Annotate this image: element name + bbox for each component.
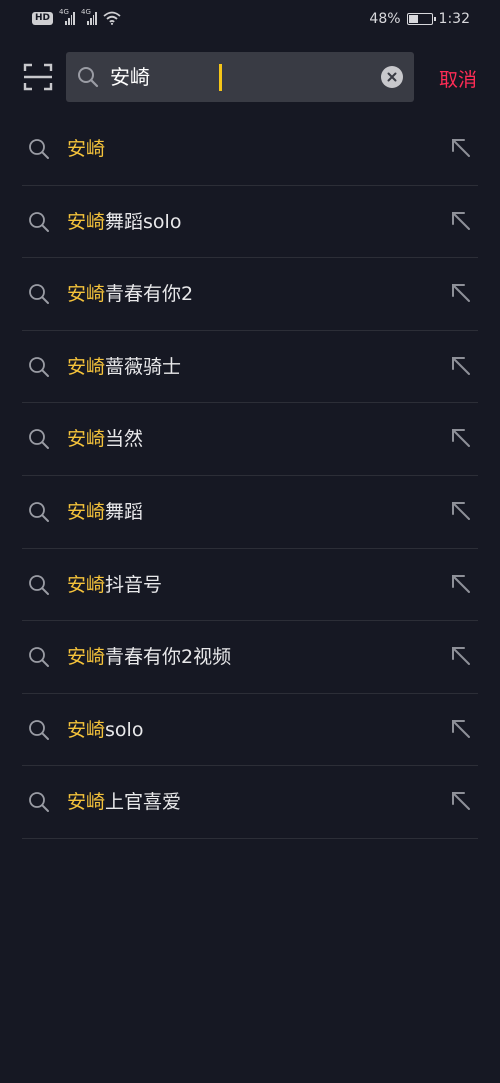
scan-button[interactable] bbox=[22, 61, 54, 93]
suggestion-rest: 蔷薇骑士 bbox=[105, 355, 182, 378]
fill-query-button[interactable] bbox=[448, 280, 474, 306]
suggestion-item[interactable]: 安崎青春有你2视频 bbox=[22, 621, 478, 694]
network-type-label: 4G bbox=[81, 8, 91, 16]
suggestion-rest: 当然 bbox=[105, 428, 144, 451]
search-header: 取消 bbox=[0, 52, 500, 102]
fill-query-button[interactable] bbox=[448, 788, 474, 814]
suggestion-text: 安崎蔷薇骑士 bbox=[67, 353, 181, 381]
arrow-up-left-icon bbox=[452, 211, 470, 230]
suggestion-text: 安崎舞蹈solo bbox=[67, 208, 181, 236]
suggestion-item[interactable]: 安崎青春有你2 bbox=[22, 258, 478, 331]
scan-icon bbox=[23, 63, 53, 91]
fill-query-button[interactable] bbox=[448, 135, 474, 161]
suggestion-item[interactable]: 安崎当然 bbox=[22, 403, 478, 476]
suggestion-highlight: 安崎 bbox=[67, 646, 106, 669]
suggestion-highlight: 安崎 bbox=[67, 573, 106, 596]
suggestion-item[interactable]: 安崎舞蹈 bbox=[22, 476, 478, 549]
suggestion-item[interactable]: 安崎solo bbox=[22, 694, 478, 767]
arrow-up-left-icon bbox=[452, 356, 470, 375]
search-input[interactable] bbox=[110, 52, 370, 102]
search-icon bbox=[29, 356, 49, 377]
wifi-icon bbox=[103, 11, 121, 25]
arrow-up-left-icon bbox=[452, 719, 470, 738]
search-icon bbox=[78, 67, 99, 88]
arrow-up-left-icon bbox=[452, 284, 470, 303]
arrow-up-left-icon bbox=[452, 792, 470, 811]
cancel-button[interactable]: 取消 bbox=[439, 65, 477, 92]
fill-query-button[interactable] bbox=[448, 571, 474, 597]
suggestion-text: 安崎solo bbox=[67, 716, 143, 744]
battery-level bbox=[408, 15, 419, 23]
suggestion-highlight: 安崎 bbox=[67, 355, 106, 378]
suggestion-rest: 抖音号 bbox=[105, 573, 163, 596]
fill-query-button[interactable] bbox=[448, 425, 474, 451]
suggestion-highlight: 安崎 bbox=[67, 138, 106, 160]
suggestion-highlight: 安崎 bbox=[67, 428, 106, 451]
suggestion-text: 安崎 bbox=[67, 135, 105, 163]
suggestion-text: 安崎青春有你2 bbox=[67, 280, 193, 308]
suggestion-list: 安崎 安崎舞蹈solo 安崎青春有你2 安崎蔷薇骑士 安崎当然 安崎舞蹈 安崎抖音号 安崎青春… bbox=[22, 113, 478, 839]
fill-query-button[interactable] bbox=[448, 208, 474, 234]
search-icon bbox=[29, 502, 49, 522]
network-type-label: 4G bbox=[59, 8, 69, 16]
suggestion-rest: solo bbox=[105, 718, 144, 741]
search-icon bbox=[29, 719, 49, 740]
suggestion-rest: 青春有你2视频 bbox=[105, 646, 232, 669]
suggestion-rest: 上官喜爱 bbox=[105, 791, 182, 814]
suggestion-highlight: 安崎 bbox=[67, 500, 106, 523]
hd-badge: HD bbox=[32, 11, 54, 25]
search-icon bbox=[29, 792, 49, 813]
suggestion-item[interactable]: 安崎蔷薇骑士 bbox=[22, 331, 478, 404]
search-icon bbox=[29, 647, 49, 668]
suggestion-item[interactable]: 安崎抖音号 bbox=[22, 549, 478, 622]
arrow-up-left-icon bbox=[452, 139, 470, 157]
suggestion-item[interactable]: 安崎舞蹈solo bbox=[22, 186, 478, 259]
text-caret bbox=[219, 64, 222, 91]
arrow-up-left-icon bbox=[452, 429, 470, 448]
suggestion-text: 安崎舞蹈 bbox=[67, 498, 143, 526]
suggestion-text: 安崎青春有你2视频 bbox=[67, 643, 231, 671]
clear-icon bbox=[387, 72, 397, 82]
search-icon bbox=[29, 429, 49, 450]
search-icon bbox=[29, 211, 49, 232]
signal-icon: 4G bbox=[81, 8, 98, 25]
arrow-up-left-icon bbox=[452, 501, 470, 520]
status-bar: HD 4G 4G 48% 1:32 bbox=[0, 0, 500, 40]
status-right: 48% 1:32 bbox=[369, 11, 470, 27]
battery-percent: 48% bbox=[369, 11, 401, 27]
search-icon bbox=[29, 574, 49, 595]
status-left: HD 4G 4G bbox=[32, 8, 121, 25]
arrow-up-left-icon bbox=[452, 574, 470, 593]
suggestion-item[interactable]: 安崎 bbox=[22, 113, 478, 186]
search-box[interactable] bbox=[66, 52, 414, 102]
fill-query-button[interactable] bbox=[448, 716, 474, 742]
suggestion-highlight: 安崎 bbox=[67, 283, 106, 306]
suggestion-rest: 舞蹈solo bbox=[105, 210, 182, 233]
suggestion-text: 安崎当然 bbox=[67, 425, 143, 453]
suggestion-text: 安崎上官喜爱 bbox=[67, 788, 181, 816]
clear-button[interactable] bbox=[381, 66, 403, 88]
fill-query-button[interactable] bbox=[448, 643, 474, 669]
suggestion-highlight: 安崎 bbox=[67, 791, 106, 814]
arrow-up-left-icon bbox=[452, 647, 470, 666]
search-icon bbox=[29, 139, 49, 159]
suggestion-highlight: 安崎 bbox=[67, 210, 106, 233]
fill-query-button[interactable] bbox=[448, 353, 474, 379]
battery-icon bbox=[406, 13, 436, 25]
suggestion-rest: 青春有你2 bbox=[105, 283, 194, 306]
suggestion-item[interactable]: 安崎上官喜爱 bbox=[22, 766, 478, 839]
suggestion-text: 安崎抖音号 bbox=[67, 571, 162, 599]
signal-icon: 4G bbox=[59, 8, 76, 25]
suggestion-rest: 舞蹈 bbox=[105, 500, 144, 523]
clock: 1:32 bbox=[438, 11, 470, 27]
fill-query-button[interactable] bbox=[448, 498, 474, 524]
search-icon bbox=[29, 284, 49, 305]
suggestion-highlight: 安崎 bbox=[67, 718, 106, 741]
